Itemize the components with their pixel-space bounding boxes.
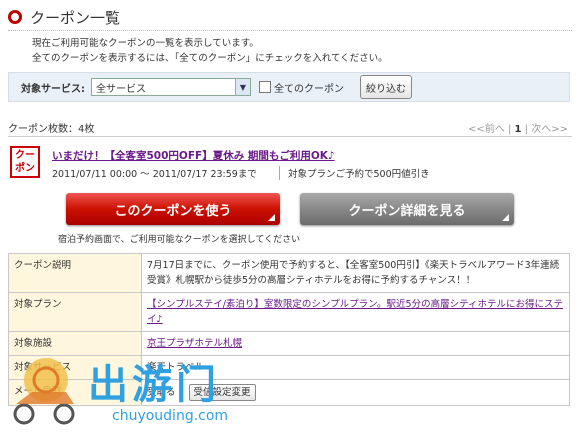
coupon-title-link[interactable]: いまだけ！【全客室500円OFF】夏休み 期間もご利用OK♪ — [52, 148, 335, 163]
target-facility-link[interactable]: 京王プラザホテル札幌 — [147, 338, 242, 349]
description-line: 現在ご利用可能なクーポンの一覧を表示しています。 — [32, 38, 259, 49]
page-header: クーポン一覧 — [8, 6, 120, 28]
row-value: 7月17日までに、クーポン使用で予約すると、【全客室500円引】《楽天トラベルア… — [141, 253, 570, 293]
pagination: <<前へ | 1 | 次へ>> — [468, 120, 568, 135]
service-select[interactable]: 全サービス ▼ — [91, 78, 251, 96]
divider — [8, 30, 572, 31]
watermark: 出游门 chuyouding.com — [8, 352, 248, 430]
corner-arrow-icon — [268, 214, 275, 221]
coupon-detail-label: クーポン詳細を見る — [348, 203, 466, 219]
use-coupon-label: このクーポンを使う — [114, 203, 232, 219]
use-coupon-button[interactable]: このクーポンを使う — [66, 193, 280, 225]
all-coupons-checkbox[interactable] — [259, 81, 271, 93]
watermark-logo-icon — [13, 358, 75, 425]
divider — [8, 136, 572, 137]
row-value: 【シンプルステイ/素泊り】室数限定のシンプルプラン。駅近5分の高層シティホテルに… — [141, 292, 570, 332]
page-title: クーポン一覧 — [30, 8, 121, 27]
watermark-text: 出游门 — [88, 362, 220, 408]
description-line: 全てのクーポンを表示するには、「全てのクーポン」にチェックを入れてください。 — [32, 53, 388, 64]
row-key: クーポン説明 — [8, 253, 142, 293]
pager-divider: | — [524, 124, 529, 135]
service-label: 対象サービス: — [21, 83, 85, 95]
coupon-icon-text: ポン — [15, 163, 35, 174]
table-row: 対象プラン 【シンプルステイ/素泊り】室数限定のシンプルプラン。駅近5分の高層シ… — [8, 292, 570, 332]
pager-prev[interactable]: <<前へ — [468, 124, 505, 135]
pager-divider: | — [507, 124, 512, 135]
coupon-period: 2011/07/11 00:00 ～ 2011/07/17 23:59まで — [52, 169, 257, 180]
coupon-icon: クー ポン — [10, 146, 40, 178]
row-key: 対象プラン — [8, 292, 142, 332]
corner-arrow-icon — [502, 214, 509, 221]
coupon-detail-button[interactable]: クーポン詳細を見る — [300, 193, 514, 225]
coupon-icon-text: クー — [15, 150, 35, 161]
service-select-value: 全サービス — [96, 83, 146, 95]
table-row: クーポン説明 7月17日までに、クーポン使用で予約すると、【全客室500円引】《… — [8, 253, 570, 293]
circle-bullet-icon — [8, 10, 22, 24]
coupon-discount-note: 対象プランご予約で500円値引き — [279, 166, 430, 180]
pager-next[interactable]: 次へ>> — [531, 124, 568, 135]
watermark-url: chuyouding.com — [112, 408, 229, 424]
button-hint: 宿泊予約画面で、ご利用可能なクーポンを選択してください — [58, 235, 301, 245]
filter-button[interactable]: 絞り込む — [360, 75, 412, 99]
pager-current: 1 — [514, 124, 522, 135]
target-plan-link[interactable]: 【シンプルステイ/素泊り】室数限定のシンプルプラン。駅近5分の高層シティホテルに… — [147, 299, 563, 325]
chevron-down-icon[interactable]: ▼ — [235, 79, 250, 95]
all-coupons-label[interactable]: 全てのクーポン — [274, 80, 344, 95]
page-description: 現在ご利用可能なクーポンの一覧を表示しています。 全てのクーポンを表示するには、… — [32, 36, 388, 66]
coupon-count: クーポン枚数：4枚 — [8, 124, 95, 135]
filter-bar: 対象サービス: 全サービス ▼ 全てのクーポン 絞り込む — [8, 72, 570, 102]
